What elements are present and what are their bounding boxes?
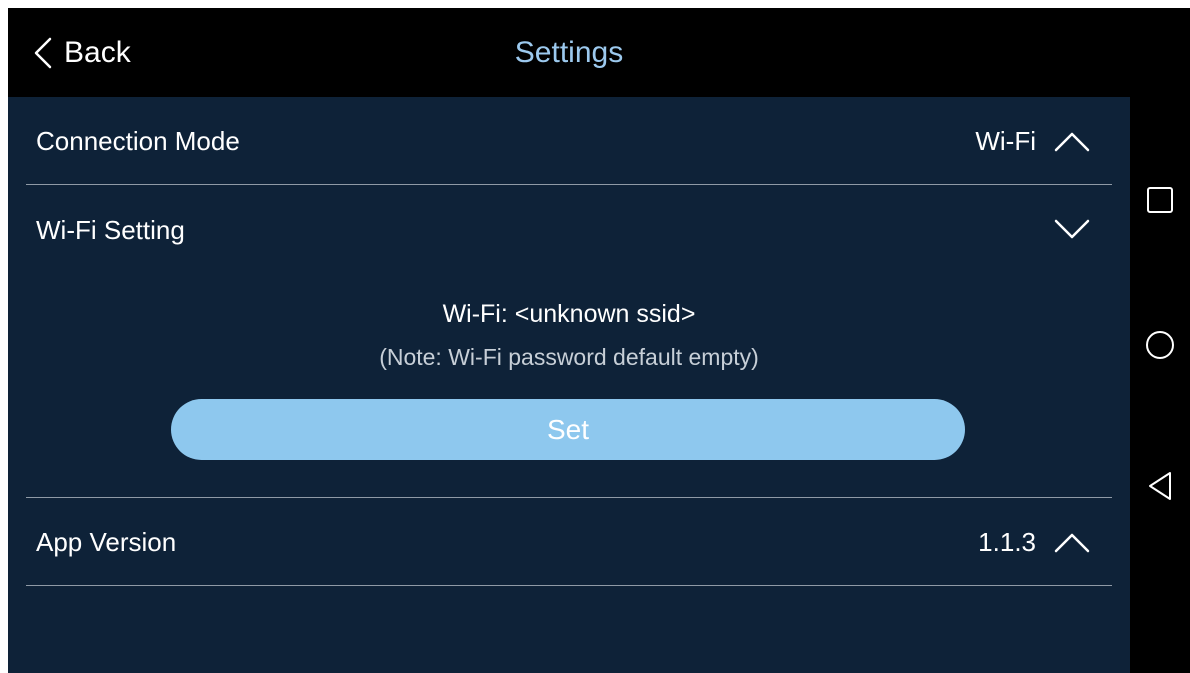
connection-mode-control[interactable]: Wi-Fi [975,97,1090,185]
recents-square-icon [1147,187,1173,213]
back-triangle-icon [1149,472,1171,500]
header-bar: Back Settings [8,8,1130,97]
chevron-up-icon[interactable] [1054,531,1090,553]
app-version-row[interactable]: App Version 1.1.3 [26,498,1112,586]
recents-button[interactable] [1140,180,1180,220]
back-nav-button[interactable] [1140,466,1180,506]
wifi-setting-row[interactable]: Wi-Fi Setting [26,186,1112,274]
app-version-control[interactable]: 1.1.3 [978,498,1090,586]
home-button[interactable] [1140,325,1180,365]
connection-mode-row[interactable]: Connection Mode Wi-Fi [26,97,1112,185]
wifi-password-note: (Note: Wi-Fi password default empty) [379,344,759,370]
wifi-setting-label: Wi-Fi Setting [36,215,185,245]
system-navigation-bar [1130,8,1190,673]
page-title: Settings [514,36,624,69]
connection-mode-label: Connection Mode [36,126,240,156]
settings-app: Back Settings Connection Mode Wi-Fi Wi-F… [8,8,1130,673]
connection-mode-value: Wi-Fi [975,125,1036,156]
set-button[interactable]: Set [171,399,965,460]
wifi-setting-control[interactable] [1054,186,1090,274]
chevron-down-icon[interactable] [1054,219,1090,241]
app-version-value: 1.1.3 [978,526,1036,557]
chevron-up-icon[interactable] [1054,130,1090,152]
device-screen: Back Settings Connection Mode Wi-Fi Wi-F… [8,8,1190,673]
app-version-label: App Version [36,527,177,557]
wifi-setting-panel: Wi-Fi: <unknown ssid> (Note: Wi-Fi passw… [26,281,1112,498]
home-circle-icon [1146,331,1174,359]
wifi-ssid-text: Wi-Fi: <unknown ssid> [442,300,696,328]
